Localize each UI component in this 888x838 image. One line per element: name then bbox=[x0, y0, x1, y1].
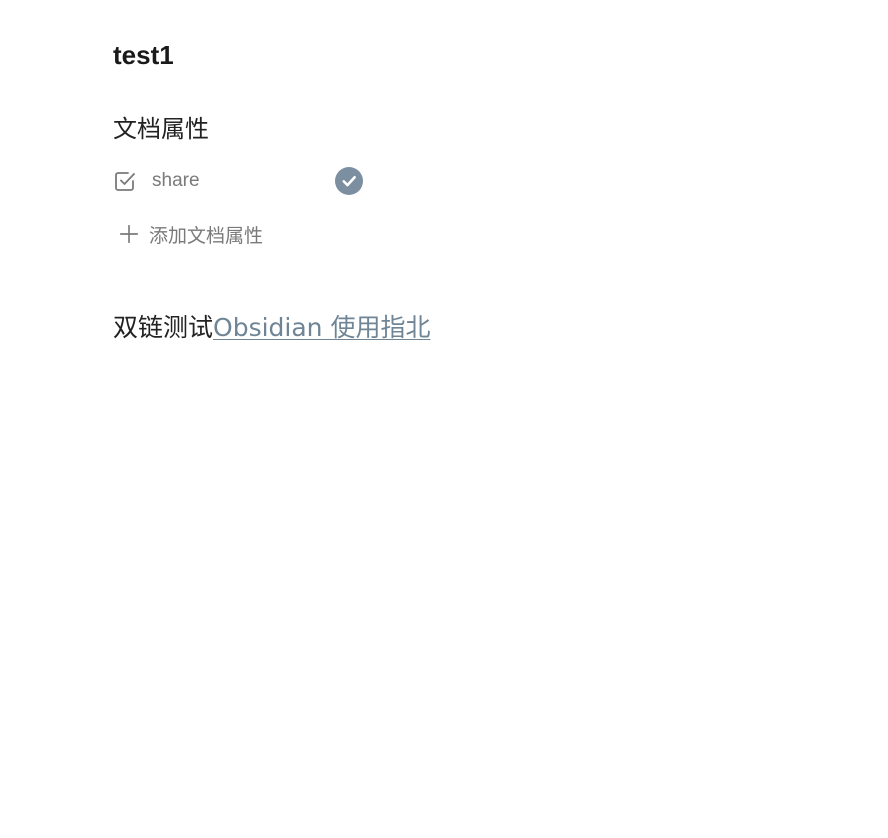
plus-icon bbox=[118, 219, 148, 249]
property-row-share: share bbox=[113, 162, 813, 200]
note-title[interactable]: test1 bbox=[113, 36, 813, 74]
internal-link[interactable]: Obsidian 使用指北 bbox=[213, 313, 430, 342]
add-property-button[interactable]: 添加文档属性 bbox=[113, 220, 813, 248]
property-value-checkbox[interactable] bbox=[335, 167, 363, 195]
body-text: 双链测试 bbox=[113, 313, 214, 342]
property-key[interactable]: share bbox=[113, 168, 335, 194]
note-view: test1 文档属性 share 添加文档属性 双链测试Obsidian 使用指… bbox=[113, 36, 813, 350]
checkbox-icon bbox=[113, 168, 139, 194]
property-key-name: share bbox=[152, 170, 200, 191]
note-body-paragraph[interactable]: 双链测试Obsidian 使用指北 bbox=[113, 306, 813, 350]
check-circle-icon bbox=[340, 172, 358, 190]
add-property-label: 添加文档属性 bbox=[149, 224, 264, 247]
properties-heading[interactable]: 文档属性 bbox=[113, 112, 813, 146]
